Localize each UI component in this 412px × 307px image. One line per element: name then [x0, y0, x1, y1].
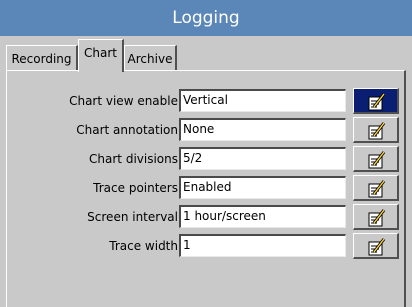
- edit-icon: [368, 93, 386, 111]
- tab-strip: Recording Chart Archive: [6, 39, 406, 72]
- tab-chart[interactable]: Chart: [78, 39, 124, 72]
- edit-icon: [368, 238, 386, 256]
- chart-view-enable-field[interactable]: Vertical: [179, 89, 346, 112]
- setting-row-trace-pointers: Trace pointers Enabled: [7, 175, 403, 201]
- edit-chart-divisions-button[interactable]: [353, 146, 399, 172]
- setting-row-chart-divisions: Chart divisions 5/2: [7, 146, 403, 172]
- chart-divisions-field[interactable]: 5/2: [179, 147, 346, 170]
- screen-interval-field[interactable]: 1 hour/screen: [179, 205, 346, 228]
- edit-chart-annotation-button[interactable]: [353, 117, 399, 143]
- edit-icon: [368, 122, 386, 140]
- edit-icon: [368, 151, 386, 169]
- window-title: Logging: [0, 0, 412, 36]
- chart-annotation-field[interactable]: None: [179, 118, 346, 141]
- chart-settings-panel: Chart view enable Vertical Chart annotat…: [6, 70, 406, 307]
- tab-archive[interactable]: Archive: [124, 45, 177, 71]
- edit-screen-interval-button[interactable]: [353, 204, 399, 230]
- tab-recording[interactable]: Recording: [6, 45, 78, 71]
- trace-pointers-field[interactable]: Enabled: [179, 176, 346, 199]
- setting-row-chart-view-enable: Chart view enable Vertical: [7, 88, 403, 114]
- setting-label: Chart divisions: [89, 152, 178, 166]
- setting-label: Trace width: [109, 239, 178, 253]
- edit-icon: [368, 180, 386, 198]
- edit-trace-width-button[interactable]: [353, 233, 399, 259]
- setting-label: Chart annotation: [76, 123, 178, 137]
- setting-row-screen-interval: Screen interval 1 hour/screen: [7, 204, 403, 230]
- edit-icon: [368, 209, 386, 227]
- setting-row-trace-width: Trace width 1: [7, 233, 403, 259]
- setting-row-chart-annotation: Chart annotation None: [7, 117, 403, 143]
- setting-label: Trace pointers: [93, 181, 178, 195]
- trace-width-field[interactable]: 1: [179, 234, 346, 257]
- edit-trace-pointers-button[interactable]: [353, 175, 399, 201]
- edit-chart-view-enable-button[interactable]: [353, 88, 399, 114]
- setting-label: Screen interval: [87, 210, 178, 224]
- setting-label: Chart view enable: [69, 94, 178, 108]
